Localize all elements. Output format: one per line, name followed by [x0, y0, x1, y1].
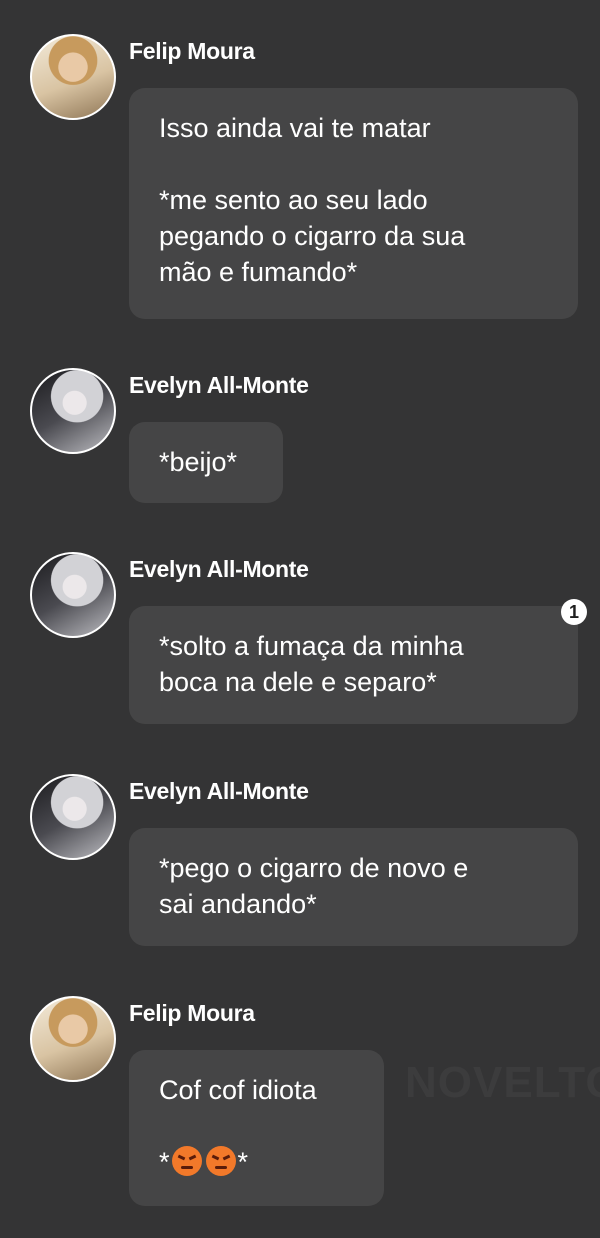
reaction-count-badge[interactable]: 1	[561, 599, 587, 625]
message-line: Cof cof idiota	[159, 1075, 317, 1105]
evelyn-avatar[interactable]	[30, 552, 116, 638]
felip-avatar[interactable]	[30, 996, 116, 1082]
watermark: NOVELTO	[405, 1058, 600, 1107]
message-bubble[interactable]: *pego o cigarro de novo e sai andando*	[129, 828, 578, 946]
angry-face-icon	[205, 1146, 236, 1176]
emoji-line: * *	[159, 1144, 354, 1180]
sender-name: Felip Moura	[129, 38, 255, 64]
message-line: *me sento ao seu lado	[159, 185, 428, 215]
message-line: pegando o cigarro da sua	[159, 221, 466, 251]
sender-name: Evelyn All-Monte	[129, 778, 309, 804]
message-bubble[interactable]: Cof cof idiota * *	[129, 1050, 384, 1206]
message-line: boca na dele e separo*	[159, 667, 437, 697]
message-line: *solto a fumaça da minha	[159, 631, 464, 661]
message-bubble[interactable]: *solto a fumaça da minha boca na dele e …	[129, 606, 578, 724]
message-line: *beijo*	[159, 447, 238, 477]
message-line: Isso ainda vai te matar	[159, 113, 431, 143]
angry-face-icon	[171, 1146, 202, 1176]
asterisk: *	[237, 1147, 249, 1177]
sender-name: Evelyn All-Monte	[129, 372, 309, 398]
message-line	[159, 1108, 354, 1144]
sender-name: Felip Moura	[129, 1000, 255, 1026]
message-bubble[interactable]: Isso ainda vai te matar *me sento ao seu…	[129, 88, 578, 319]
message-line	[159, 146, 548, 182]
asterisk: *	[159, 1147, 170, 1177]
felip-avatar[interactable]	[30, 34, 116, 120]
message-line: mão e fumando*	[159, 257, 358, 287]
sender-name: Evelyn All-Monte	[129, 556, 309, 582]
evelyn-avatar[interactable]	[30, 368, 116, 454]
message-line: *pego o cigarro de novo e	[159, 853, 469, 883]
message-line: sai andando*	[159, 889, 317, 919]
evelyn-avatar[interactable]	[30, 774, 116, 860]
message-bubble[interactable]: *beijo*	[129, 422, 283, 503]
